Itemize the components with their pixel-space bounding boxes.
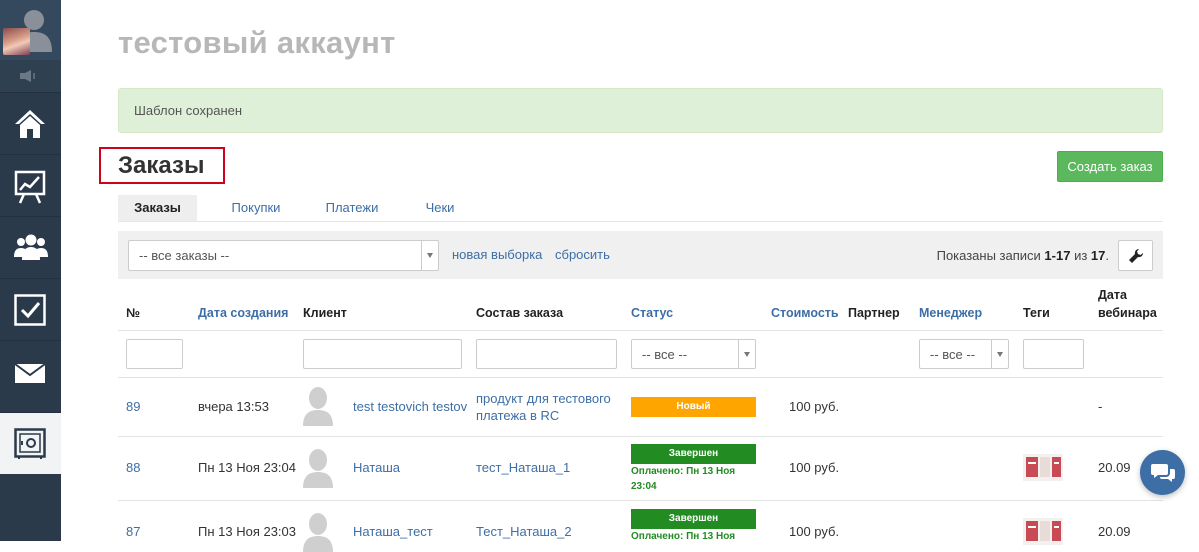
shown-suffix: . [1105, 248, 1109, 263]
page-title: Заказы [118, 152, 205, 179]
sidebar-item-settings[interactable] [0, 412, 61, 474]
status-badge: Завершен [631, 509, 756, 529]
col-header-manager[interactable]: Менеджер [919, 306, 982, 320]
order-number[interactable]: 87 [126, 524, 140, 539]
col-header-status[interactable]: Статус [631, 306, 673, 320]
order-number[interactable]: 88 [126, 460, 140, 475]
col-header-client: Клиент [303, 306, 347, 320]
client-avatar-icon [303, 513, 333, 552]
create-order-button[interactable]: Создать заказ [1057, 151, 1163, 182]
composition-link[interactable]: продукт для тестового [476, 391, 611, 406]
col-header-cost[interactable]: Стоимость [771, 306, 839, 320]
client-link[interactable]: Наташа [353, 460, 400, 475]
composition-link-line2[interactable]: платежа в RC [476, 408, 559, 423]
client-link[interactable]: test testovich testov [353, 399, 467, 414]
status-badge: Завершен [631, 444, 756, 464]
chevron-down-icon [421, 241, 438, 270]
row-divider [118, 500, 1163, 501]
order-created: Пн 13 Ноя 23:03 [198, 524, 297, 539]
speaker-icon [20, 70, 35, 82]
checkbox-icon [14, 294, 46, 326]
composition-link[interactable]: тест_Наташа_1 [476, 460, 570, 475]
tab-orders[interactable]: Заказы [118, 195, 197, 221]
sidebar-item-tasks[interactable] [0, 278, 61, 340]
paid-info: Оплачено: Пн 13 Ноя [631, 466, 736, 477]
selection-value: -- все заказы -- [139, 248, 230, 263]
tab-payments[interactable]: Платежи [314, 195, 390, 221]
account-title: тестовый аккаунт [118, 25, 396, 60]
col-header-tags: Теги [1023, 306, 1050, 320]
status-badge: Новый [631, 397, 756, 417]
order-cost: 100 руб. [789, 524, 840, 539]
tab-receipts[interactable]: Чеки [409, 195, 471, 221]
sidebar-item-home[interactable] [0, 92, 61, 154]
shown-total: 17 [1090, 248, 1106, 263]
sidebar-item-mail[interactable] [0, 340, 61, 402]
col-header-partner: Партнер [848, 306, 900, 320]
client-link[interactable]: Наташа_тест [353, 524, 433, 539]
chat-icon [1151, 464, 1175, 482]
tab-bar: Заказы Покупки Платежи Чеки [118, 195, 1163, 222]
manager-filter-value: -- все -- [930, 347, 976, 362]
order-number[interactable]: 89 [126, 399, 140, 414]
order-created: вчера 13:53 [198, 399, 269, 414]
tab-purchases[interactable]: Покупки [218, 195, 294, 221]
shown-range: 1-17 [1044, 248, 1071, 263]
paid-info-line2: 23:04 [631, 481, 657, 492]
records-shown: Показаны записи 1-17 из 17. [937, 248, 1109, 263]
status-filter-value: -- все -- [642, 347, 688, 362]
col-header-webinar-line1: Дата [1098, 288, 1127, 302]
row-divider [118, 436, 1163, 437]
order-cost: 100 руб. [789, 399, 840, 414]
speaker-toggle[interactable] [0, 60, 61, 92]
main-content: тестовый аккаунт Шаблон сохранен Заказы … [61, 0, 1199, 552]
composition-link[interactable]: Тест_Наташа_2 [476, 524, 572, 539]
status-filter-select[interactable]: -- все -- [631, 339, 756, 369]
client-filter-input[interactable] [303, 339, 462, 369]
envelope-icon [14, 363, 46, 383]
order-created: Пн 13 Ноя 23:04 [198, 460, 297, 475]
chat-button[interactable] [1140, 450, 1185, 495]
tag-image-icon [1023, 454, 1063, 481]
wrench-icon [1129, 248, 1144, 263]
chart-board-icon [14, 170, 46, 204]
sidebar-item-analytics[interactable] [0, 154, 61, 216]
webinar-date: 20.09 [1098, 460, 1131, 475]
chevron-down-icon [991, 340, 1008, 368]
selection-dropdown[interactable]: -- все заказы -- [128, 240, 439, 271]
col-header-num[interactable]: № [126, 306, 140, 320]
filter-bar: -- все заказы -- новая выборка сбросить … [118, 231, 1163, 279]
success-alert: Шаблон сохранен [118, 88, 1163, 133]
chevron-down-icon [738, 340, 755, 368]
header-divider [118, 330, 1163, 331]
client-avatar-icon [303, 387, 333, 426]
home-icon [15, 110, 45, 138]
col-header-composition: Состав заказа [476, 306, 564, 320]
shown-of: из [1070, 248, 1091, 263]
sidebar-item-users[interactable] [0, 216, 61, 278]
paid-info: Оплачено: Пн 13 Ноя [631, 531, 736, 542]
webinar-date: - [1098, 399, 1103, 414]
num-filter-input[interactable] [126, 339, 183, 369]
composition-filter-input[interactable] [476, 339, 617, 369]
col-header-webinar-line2: вебинара [1098, 306, 1157, 320]
order-cost: 100 руб. [789, 460, 840, 475]
shown-prefix: Показаны записи [936, 248, 1045, 263]
manager-filter-select[interactable]: -- все -- [919, 339, 1009, 369]
webinar-date: 20.09 [1098, 524, 1131, 539]
client-avatar-icon [303, 449, 333, 488]
users-icon [14, 234, 48, 260]
tags-filter-input[interactable] [1023, 339, 1084, 369]
safe-icon [14, 428, 46, 459]
sidebar [0, 0, 61, 541]
avatar [3, 28, 30, 55]
reset-link[interactable]: сбросить [555, 247, 610, 262]
user-profile[interactable] [0, 0, 61, 60]
row-divider [118, 377, 1163, 378]
table-settings-button[interactable] [1118, 240, 1153, 271]
new-selection-link[interactable]: новая выборка [452, 247, 542, 262]
col-header-created[interactable]: Дата создания [198, 306, 288, 320]
